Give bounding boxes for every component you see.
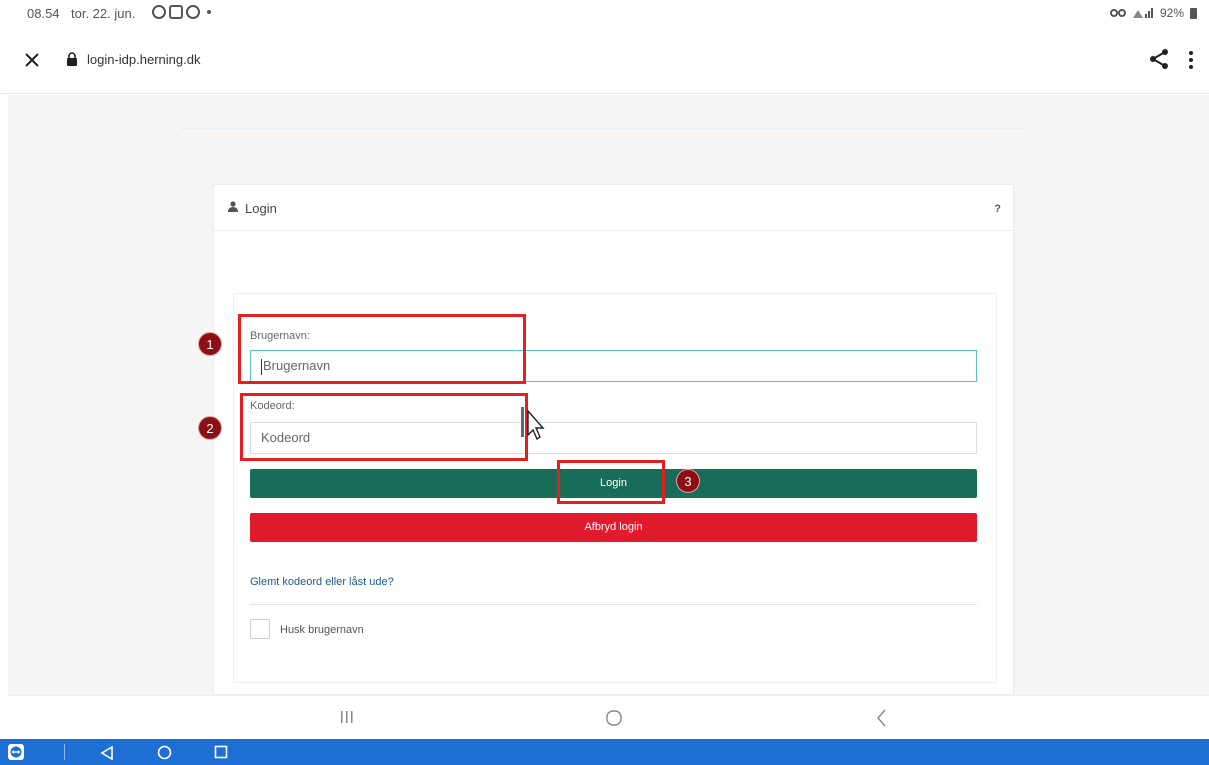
overflow-menu-icon[interactable] [1188,50,1194,70]
forgot-password-link[interactable]: Glemt kodeord eller låst ude? [250,576,394,588]
remote-back-icon[interactable] [100,746,114,760]
user-icon [228,201,238,212]
url-text[interactable]: login-idp.herning.dk [87,52,200,67]
eye-icon [152,5,166,19]
annotation-box-password [240,393,528,461]
lock-icon[interactable] [66,52,78,66]
screen: 08.54 tor. 22. jun. 92% login-idp.hernin… [0,0,1209,765]
home-icon[interactable] [605,709,623,727]
battery-icon [1190,7,1197,19]
bar-separator [64,744,65,760]
battery-percentage: 92% [1159,6,1184,20]
help-button[interactable]: ? [994,203,1001,215]
status-date: tor. 22. jun. [71,6,136,21]
remember-username-checkbox[interactable] [250,619,270,639]
status-notification-icons [152,5,211,19]
cancel-login-button[interactable]: Afbryd login [250,513,977,542]
annotation-number-2: 2 [198,416,222,440]
annotation-box-login [557,460,665,504]
share-icon[interactable] [1148,48,1170,70]
remote-home-icon[interactable] [157,745,172,760]
status-right: 92% [1109,6,1197,20]
annotation-box-username [238,314,526,384]
status-bar: 08.54 tor. 22. jun. 92% [0,0,1209,28]
remote-control-bar [0,739,1209,765]
annotation-number-1: 1 [198,332,222,356]
link-icon [1109,9,1126,17]
browser-address-bar: login-idp.herning.dk [0,28,1209,94]
recents-icon[interactable] [340,709,354,725]
back-icon[interactable] [875,708,887,728]
teamviewer-icon [169,5,183,19]
signal-icon [1132,8,1153,18]
annotation-number-3: 3 [676,469,700,493]
login-title: Login [245,201,277,216]
login-card-header: Login ? [214,185,1015,231]
form-divider [250,604,977,605]
more-notifications-dot-icon [207,10,211,14]
teamviewer-logo-icon[interactable] [8,744,24,760]
notification-icon [186,5,200,19]
remote-recents-icon[interactable] [214,745,228,759]
android-navigation-bar [8,695,1209,739]
close-tab-icon[interactable] [22,50,42,70]
page-top-divider [180,128,1022,129]
remember-username-label[interactable]: Husk brugernavn [280,624,364,636]
mouse-cursor-icon [521,407,545,441]
status-time: 08.54 [27,6,60,21]
